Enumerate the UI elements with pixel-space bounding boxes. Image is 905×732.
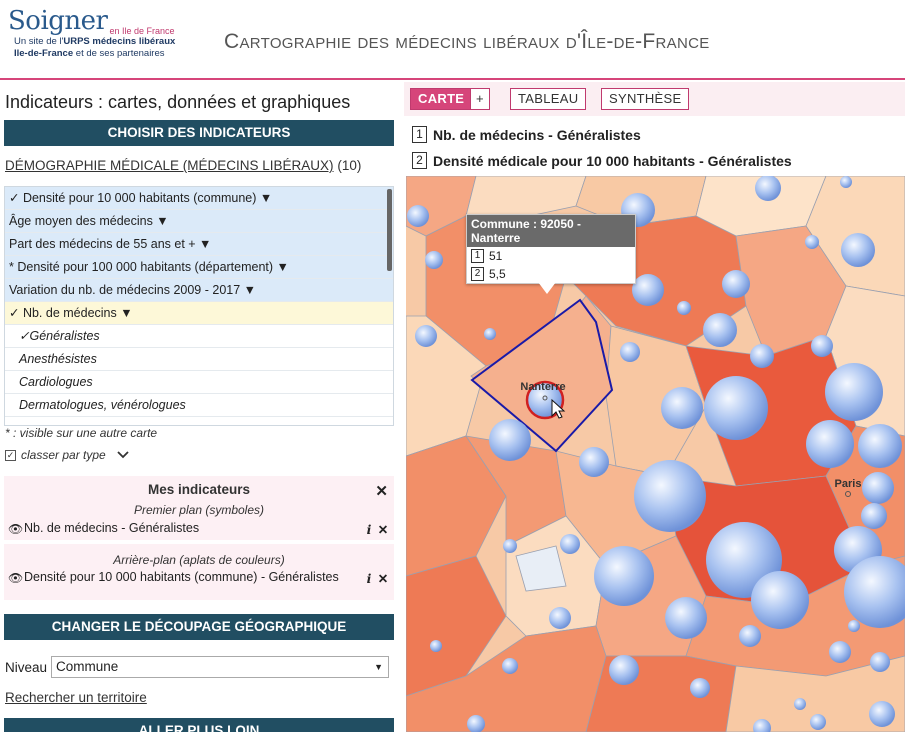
tooltip-row-2: 2 5,5	[467, 265, 635, 283]
legend-1-number: 1	[412, 126, 427, 143]
list-item[interactable]: Part des médecins de 55 ans et + ▼	[5, 233, 393, 256]
list-subitem[interactable]: Anesthésistes	[5, 348, 393, 371]
category-count: (10)	[337, 158, 362, 173]
indicator-list[interactable]: ✓ Densité pour 10 000 habitants (commune…	[4, 186, 394, 426]
category-line[interactable]: DÉMOGRAPHIE MÉDICALE (MÉDECINS LIBÉRAUX)…	[5, 158, 361, 173]
header: Soigner en Ile de France Un site de l'URP…	[0, 0, 905, 80]
list-subitem[interactable]: Dermatologues, vénérologues	[5, 394, 393, 417]
search-territory-link[interactable]: Rechercher un territoire	[5, 690, 147, 705]
niveau-value: Commune	[56, 659, 119, 674]
section-decoupage[interactable]: CHANGER LE DÉCOUPAGE GÉOGRAPHIQUE	[4, 614, 394, 640]
classer-label: classer par type	[21, 448, 106, 462]
list-scrollbar[interactable]	[387, 189, 392, 271]
logo-tagline-1: Un site de l'URPS médecins libéraux	[14, 36, 176, 47]
tooltip-pointer	[538, 282, 556, 294]
list-subitem[interactable]: ✓Généralistes	[5, 325, 393, 348]
list-item[interactable]: Âge moyen des médecins ▼	[5, 210, 393, 233]
map-tooltip: Commune : 92050 - Nanterre 1 51 2 5,5	[466, 214, 636, 284]
left-panel: Indicateurs : cartes, données et graphiq…	[0, 82, 400, 732]
classer-par-type[interactable]: ✓ classer par type	[5, 448, 130, 462]
logo-tagline-2: Ile-de-France et de ses partenaires	[14, 48, 165, 59]
legend-1-label: Nb. de médecins - Généralistes	[433, 126, 641, 143]
tooltip-row-2-number: 2	[471, 267, 484, 281]
indicator-arriere-label: Densité pour 10 000 habitants (commune) …	[24, 570, 339, 584]
list-item[interactable]: ✓ Nb. de médecins ▼	[5, 302, 393, 325]
chevron-down-icon[interactable]	[116, 450, 130, 460]
remove-icon[interactable]: ✕	[376, 522, 390, 537]
visibility-note: * : visible sur une autre carte	[5, 426, 158, 440]
tooltip-value-2: 5,5	[489, 267, 506, 281]
tooltip-title: Commune : 92050 - Nanterre	[467, 215, 635, 247]
list-subitem[interactable]: Cardiologues	[5, 371, 393, 394]
section-aller-plus-loin[interactable]: ALLER PLUS LOIN	[4, 718, 394, 732]
mes-indicateurs-box: Mes indicateurs ✕ Premier plan (symboles…	[4, 476, 394, 600]
map-label-nanterre: Nanterre	[520, 381, 565, 393]
legend-1: 1 Nb. de médecins - Généralistes	[412, 126, 641, 143]
info-icon[interactable]: i	[362, 571, 376, 586]
indicator-premier-label: Nb. de médecins - Généralistes	[24, 521, 200, 535]
eye-icon[interactable]: 👁	[8, 522, 24, 536]
tab-synthese[interactable]: SYNTHÈSE	[601, 88, 690, 110]
niveau-select[interactable]: Commune ▼	[51, 656, 390, 678]
legend-2: 2 Densité médicale pour 10 000 habitants…	[412, 152, 792, 169]
niveau-row: Niveau Commune ▼	[5, 656, 390, 678]
tab-tableau[interactable]: TABLEAU	[510, 88, 587, 110]
classer-checkbox[interactable]: ✓	[5, 449, 16, 461]
logo-sub: en Ile de France	[109, 26, 175, 36]
tab-plus[interactable]: +	[470, 88, 490, 110]
list-item[interactable]: Variation du nb. de médecins 2009 - 2017…	[5, 279, 393, 302]
legend-2-number: 2	[412, 152, 427, 169]
panel-title: Indicateurs : cartes, données et graphiq…	[5, 92, 351, 112]
page-title: Cartographie des médecins libéraux d'Île…	[224, 30, 710, 53]
list-item[interactable]: ✓ Densité pour 10 000 habitants (commune…	[5, 187, 393, 210]
remove-icon[interactable]: ✕	[376, 571, 390, 586]
category-name[interactable]: DÉMOGRAPHIE MÉDICALE (MÉDECINS LIBÉRAUX)	[5, 158, 334, 173]
tab-carte[interactable]: CARTE	[410, 88, 473, 110]
tooltip-row-1-number: 1	[471, 249, 484, 263]
dropdown-arrow-icon: ▼	[374, 662, 384, 672]
logo[interactable]: Soigner en Ile de France Un site de l'URP…	[8, 6, 198, 76]
map-label-paris: Paris	[835, 478, 862, 490]
arriere-plan-label: Arrière-plan (aplats de couleurs)	[113, 553, 285, 567]
close-icon[interactable]: ✕	[375, 482, 388, 500]
indicator-row-arriere: 👁 Densité pour 10 000 habitants (commune…	[8, 570, 390, 587]
legend-2-label: Densité médicale pour 10 000 habitants -…	[433, 152, 792, 169]
divider	[4, 540, 394, 544]
map[interactable]: Nanterre Paris Commune : 92050 - Nanterr…	[406, 176, 905, 732]
niveau-label: Niveau	[5, 659, 48, 675]
tooltip-row-1: 1 51	[467, 247, 635, 265]
right-panel: CARTE + TABLEAU SYNTHÈSE 1 Nb. de médeci…	[404, 82, 905, 732]
tooltip-value-1: 51	[489, 249, 503, 263]
info-icon[interactable]: i	[362, 522, 376, 537]
logo-main: Soigner	[8, 6, 108, 36]
list-item[interactable]: * Densité pour 100 000 habitants (départ…	[5, 256, 393, 279]
premier-plan-label: Premier plan (symboles)	[133, 503, 265, 517]
section-choisir-indicateurs[interactable]: CHOISIR DES INDICATEURS	[4, 120, 394, 146]
mes-indicateurs-title: Mes indicateurs	[147, 482, 251, 497]
indicator-row-premier: 👁 Nb. de médecins - Généralistes i ✕	[8, 521, 390, 538]
tabs-row: CARTE + TABLEAU SYNTHÈSE	[404, 82, 905, 116]
eye-icon[interactable]: 👁	[8, 571, 24, 585]
